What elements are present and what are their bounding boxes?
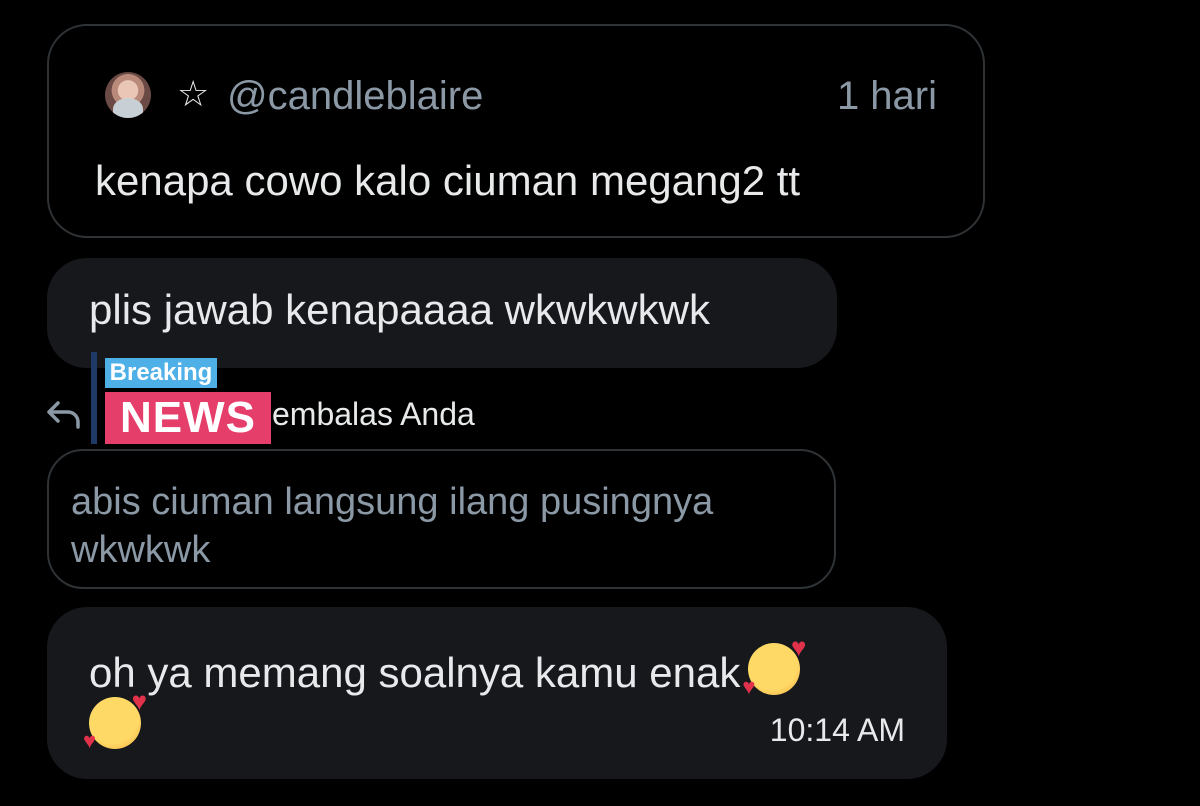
sticker-bar (91, 352, 97, 444)
quoted-post-card[interactable]: ☆ @candleblaire 1 hari kenapa cowo kalo … (47, 24, 985, 238)
sticker-news-label: NEWS (105, 392, 271, 444)
author-handle[interactable]: @candleblaire (227, 74, 483, 118)
replied-message-text: abis ciuman langsung ilang pusingnya wkw… (71, 481, 714, 571)
reply-label: embalas Anda (272, 396, 475, 432)
smiling-face-with-hearts-icon (83, 687, 147, 753)
message-bubble-last[interactable]: oh ya memang soalnya kamu enak 10:14 AM (47, 607, 947, 779)
breaking-news-sticker: Breaking NEWS (91, 352, 271, 444)
quoted-post-text: kenapa cowo kalo ciuman megang2 tt (95, 157, 801, 204)
quoted-post-time: 1 hari (836, 74, 937, 118)
star-icon: ☆ (177, 73, 210, 114)
reply-arrow-icon (47, 401, 80, 429)
avatar[interactable] (105, 72, 151, 118)
message-text: oh ya memang soalnya kamu enak (89, 649, 741, 696)
message-time: 10:14 AM (769, 712, 905, 749)
sticker-breaking-label: Breaking (105, 358, 217, 388)
smiling-face-with-hearts-icon (742, 633, 806, 699)
replied-message-quote[interactable]: abis ciuman langsung ilang pusingnya wkw… (47, 449, 836, 589)
message-text: plis jawab kenapaaaa wkwkwkwk (89, 286, 710, 333)
